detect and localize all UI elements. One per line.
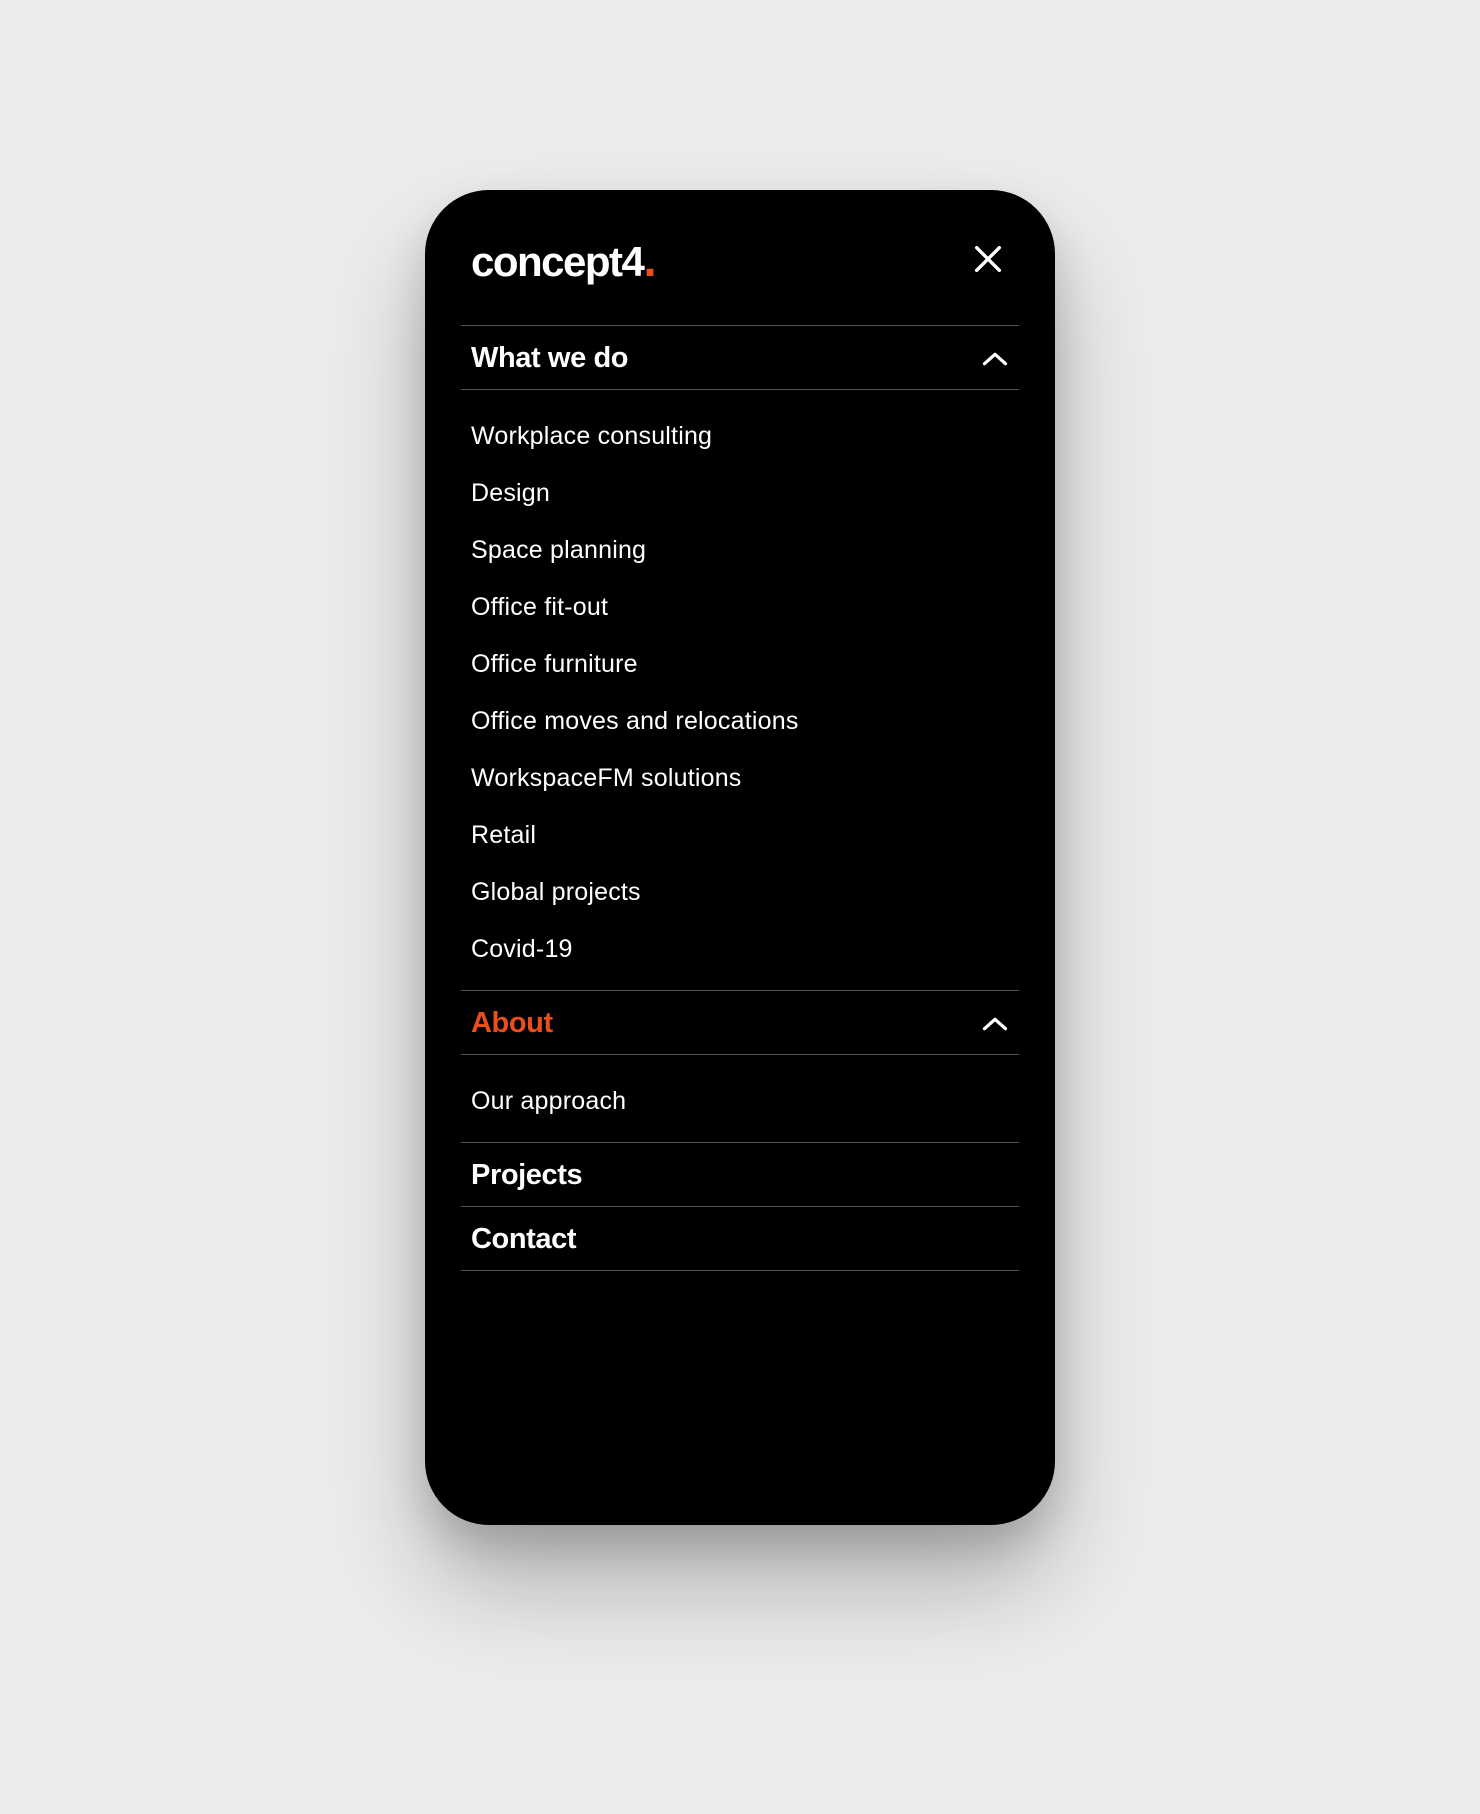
submenu-about: Our approach <box>461 1055 1019 1143</box>
submenu-item-covid-19[interactable]: Covid-19 <box>471 921 1009 978</box>
close-icon <box>971 242 1005 281</box>
menu-label: Projects <box>471 1159 582 1192</box>
menu-label: What we do <box>471 342 628 375</box>
logo-dot: . <box>643 234 655 287</box>
submenu-item-office-furniture[interactable]: Office furniture <box>471 636 1009 693</box>
menu-section-what-we-do[interactable]: What we do <box>461 326 1019 390</box>
submenu-item-global-projects[interactable]: Global projects <box>471 864 1009 921</box>
logo-text: concept4 <box>471 238 643 285</box>
close-button[interactable] <box>967 238 1009 285</box>
menu-section-about[interactable]: About <box>461 991 1019 1055</box>
chevron-up-icon <box>981 1014 1009 1034</box>
main-menu: What we do Workplace consulting Design S… <box>461 325 1019 1271</box>
submenu-what-we-do: Workplace consulting Design Space planni… <box>461 390 1019 991</box>
menu-section-projects[interactable]: Projects <box>461 1143 1019 1207</box>
submenu-item-office-moves[interactable]: Office moves and relocations <box>471 693 1009 750</box>
submenu-item-design[interactable]: Design <box>471 465 1009 522</box>
menu-section-contact[interactable]: Contact <box>461 1207 1019 1271</box>
chevron-up-icon <box>981 349 1009 369</box>
menu-label: Contact <box>471 1223 576 1256</box>
phone-mockup: concept4. What we do Workplace consultin… <box>425 190 1055 1525</box>
header: concept4. <box>461 238 1019 325</box>
logo[interactable]: concept4. <box>471 241 655 283</box>
submenu-item-office-fit-out[interactable]: Office fit-out <box>471 579 1009 636</box>
menu-label: About <box>471 1007 553 1040</box>
submenu-item-our-approach[interactable]: Our approach <box>471 1073 1009 1130</box>
submenu-item-workplace-consulting[interactable]: Workplace consulting <box>471 408 1009 465</box>
submenu-item-workspacefm[interactable]: WorkspaceFM solutions <box>471 750 1009 807</box>
submenu-item-space-planning[interactable]: Space planning <box>471 522 1009 579</box>
submenu-item-retail[interactable]: Retail <box>471 807 1009 864</box>
